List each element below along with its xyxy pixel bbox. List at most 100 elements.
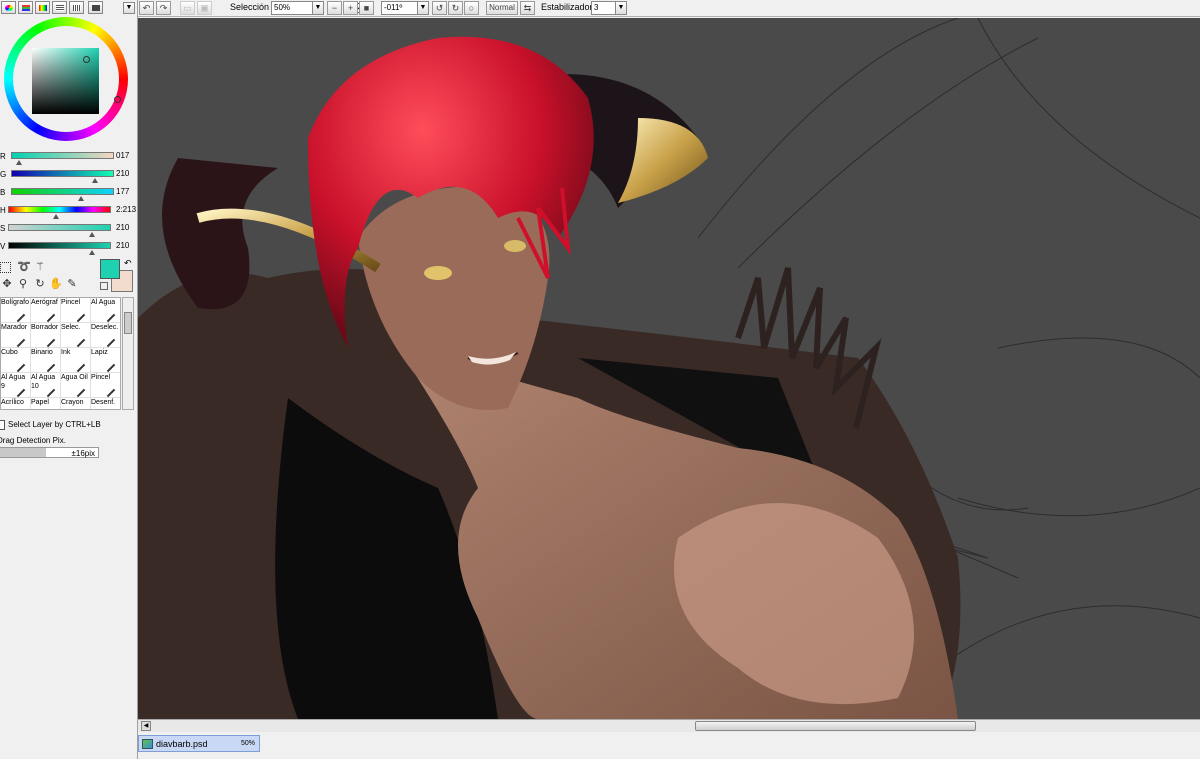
slider-s-track[interactable]	[8, 224, 111, 231]
eyedropper-icon[interactable]: ✎	[65, 277, 79, 291]
flip-horizontal-button[interactable]: ⇆	[520, 1, 535, 15]
brush-18[interactable]: Crayon	[61, 398, 91, 409]
rotate-right-button[interactable]: ↻	[448, 1, 463, 15]
swap-colors-icon[interactable]: ↶	[124, 258, 132, 269]
brush-15[interactable]: Pincel	[91, 373, 120, 398]
brush-label: Cubo	[1, 349, 18, 356]
color-wheel-tab[interactable]	[1, 1, 16, 14]
rotate-reset-button[interactable]: ○	[464, 1, 479, 15]
brush-13[interactable]: Al Agua 10	[31, 373, 61, 398]
swatches-tab[interactable]	[52, 1, 67, 14]
rect-select-icon[interactable]	[0, 262, 11, 273]
deselect-button[interactable]: ▭	[180, 1, 195, 15]
brush-6[interactable]: Selec.	[61, 323, 91, 348]
brush-icon	[106, 338, 116, 348]
zoom-in-button[interactable]: +	[343, 1, 358, 15]
undo-button[interactable]: ↶	[139, 1, 154, 15]
slider-h-track[interactable]	[8, 206, 111, 213]
slider-r-handle[interactable]	[16, 160, 23, 165]
brush-icon	[46, 313, 56, 323]
navigator-tab[interactable]	[88, 1, 103, 14]
stabilizer-select[interactable]: 3	[591, 1, 617, 15]
slider-r[interactable]: R 017	[0, 151, 137, 169]
brush-icon	[46, 363, 56, 373]
magic-wand-icon[interactable]: ⚚	[33, 260, 47, 274]
brush-5[interactable]: Borrador	[31, 323, 61, 348]
brush-1[interactable]: Aerógraf	[31, 298, 61, 323]
slider-b-track[interactable]	[11, 188, 114, 195]
slider-v-track[interactable]	[8, 242, 111, 249]
drag-detection-slider[interactable]: ±16pix	[0, 447, 99, 458]
invert-selection-button[interactable]: ▣	[197, 1, 212, 15]
brush-12[interactable]: Al Agua 9	[1, 373, 31, 398]
stabilizer-dropdown-button[interactable]: ▼	[615, 1, 627, 15]
brush-icon	[46, 388, 56, 398]
zoom-reset-button[interactable]: ■	[359, 1, 374, 15]
lasso-icon[interactable]: ➰	[17, 260, 31, 274]
slider-g-handle[interactable]	[92, 178, 99, 183]
hand-icon[interactable]: ✋	[49, 277, 63, 291]
slider-g[interactable]: G 210	[0, 169, 137, 187]
blend-mode-button[interactable]: Normal	[486, 1, 518, 15]
brush-label: Al Agua	[91, 299, 116, 306]
move-icon[interactable]: ✥	[0, 277, 14, 291]
rotation-dropdown-button[interactable]: ▼	[417, 1, 429, 15]
sv-picker-knob[interactable]	[83, 56, 90, 63]
brush-19[interactable]: Desenf.	[91, 398, 120, 409]
brush-label: Pincel	[91, 374, 111, 381]
zoom-out-button[interactable]: −	[327, 1, 342, 15]
brush-grid-scrollbar[interactable]	[122, 297, 134, 410]
slider-h-handle[interactable]	[53, 214, 60, 219]
scroll-left-button[interactable]: ◀	[141, 721, 151, 731]
select-layer-option[interactable]: Select Layer by CTRL+LB	[0, 419, 137, 431]
brush-2[interactable]: Pincel	[61, 298, 91, 323]
tool-palette: ➰ ⚚ ✥ ⚲ ↻ ✋ ✎	[0, 260, 96, 294]
brush-8[interactable]: Cubo	[1, 348, 31, 373]
redo-button[interactable]: ↷	[156, 1, 171, 15]
document-tab[interactable]: diavbarb.psd 50%	[138, 735, 260, 752]
brush-0[interactable]: Bolígrafo	[1, 298, 31, 323]
scratchpad-tab[interactable]	[69, 1, 84, 14]
brush-14[interactable]: Agua Oil	[61, 373, 91, 398]
primary-color-swatch[interactable]	[100, 259, 120, 279]
slider-r-track[interactable]	[11, 152, 114, 159]
brush-16[interactable]: Acrílico	[1, 398, 31, 409]
collapse-panel-button[interactable]: ▼	[123, 2, 135, 14]
zoom-select[interactable]: 50%	[271, 1, 314, 15]
brush-grid-scroll-thumb[interactable]	[124, 312, 132, 334]
zoom-dropdown-button[interactable]: ▼	[312, 1, 324, 15]
rotation-select[interactable]: -011º	[381, 1, 419, 15]
rgb-sliders-icon	[22, 5, 30, 11]
slider-r-value: 017	[116, 151, 130, 160]
brush-9[interactable]: Binario	[31, 348, 61, 373]
select-layer-checkbox[interactable]	[0, 420, 5, 430]
brush-icon	[106, 388, 116, 398]
rotate-icon[interactable]: ↻	[33, 277, 47, 291]
brush-11[interactable]: Lapiz	[91, 348, 120, 373]
brush-10[interactable]: Ink	[61, 348, 91, 373]
rotate-left-button[interactable]: ↺	[432, 1, 447, 15]
horizontal-scrollbar[interactable]: ◀	[138, 719, 1200, 732]
reset-colors-icon[interactable]	[100, 282, 108, 290]
brush-label: Bolígrafo	[1, 299, 30, 306]
horizontal-scroll-thumb[interactable]	[695, 721, 976, 731]
brush-17[interactable]: Papel	[31, 398, 61, 409]
slider-h[interactable]: H 2:213	[0, 205, 137, 223]
hue-picker-knob[interactable]	[114, 96, 121, 103]
slider-s-handle[interactable]	[89, 232, 96, 237]
slider-v[interactable]: V 210	[0, 241, 137, 259]
hsv-sliders-tab[interactable]	[35, 1, 50, 14]
slider-g-track[interactable]	[11, 170, 114, 177]
brush-7[interactable]: Deselec.	[91, 323, 120, 348]
zoom-icon[interactable]: ⚲	[16, 277, 30, 291]
slider-b[interactable]: B 177	[0, 187, 137, 205]
grid-icon	[73, 5, 81, 11]
rgb-sliders-tab[interactable]	[18, 1, 33, 14]
brush-icon	[76, 388, 86, 398]
slider-b-handle[interactable]	[78, 196, 85, 201]
brush-4[interactable]: Marador	[1, 323, 31, 348]
drawing-canvas[interactable]	[138, 18, 1200, 719]
slider-v-handle[interactable]	[89, 250, 96, 255]
slider-s[interactable]: S 210	[0, 223, 137, 241]
brush-3[interactable]: Al Agua	[91, 298, 120, 323]
